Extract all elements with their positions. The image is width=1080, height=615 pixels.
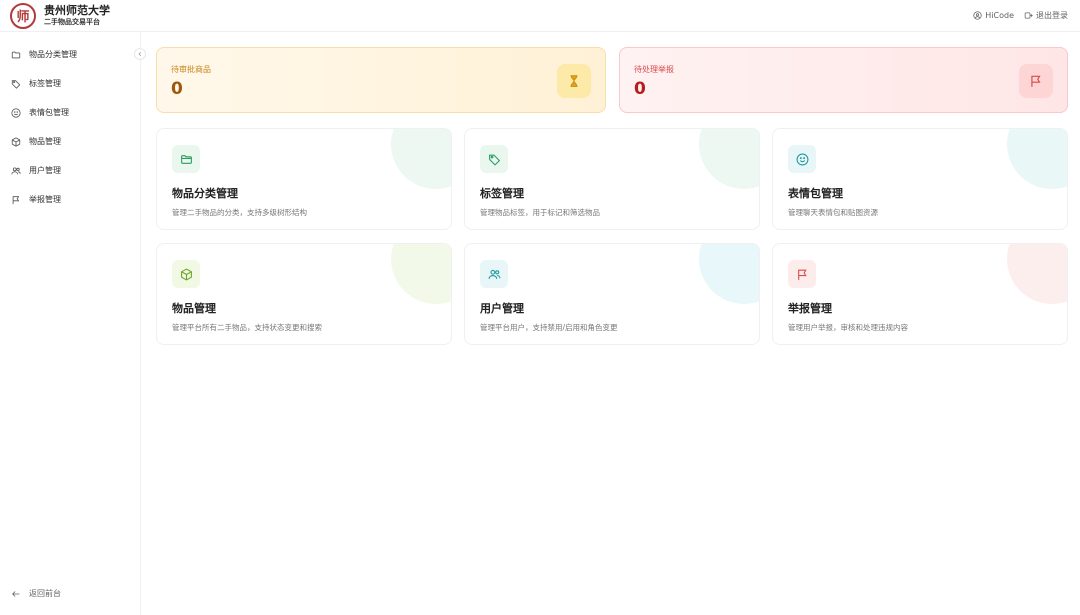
card-icon-box <box>172 260 200 288</box>
card-description: 管理平台用户，支持禁用/启用和角色变更 <box>480 323 618 332</box>
users-icon <box>11 166 21 174</box>
stat-value: 0 <box>171 79 183 99</box>
flag-icon <box>797 269 807 280</box>
card-icon-box <box>480 260 508 288</box>
back-to-frontend-link[interactable]: 返回前台 <box>11 588 61 599</box>
folder-icon <box>11 51 21 58</box>
card-item-management[interactable]: 物品管理 管理平台所有二手物品，支持状态变更和搜索 <box>156 243 452 345</box>
back-label: 返回前台 <box>29 589 61 598</box>
logout-icon <box>1024 12 1033 19</box>
card-category-management[interactable]: 物品分类管理 管理二手物品的分类，支持多级树形结构 <box>156 128 452 230</box>
top-header: 师 贵州师范大学 二手物品交易平台 HiCode 退出登录 <box>0 0 1080 32</box>
sidebar-item-label: 举报管理 <box>29 195 61 204</box>
smile-icon <box>796 153 808 165</box>
logout-label: 退出登录 <box>1036 11 1068 20</box>
card-icon-box <box>480 145 508 173</box>
stat-label: 待处理举报 <box>634 65 674 74</box>
flag-icon <box>1031 75 1041 87</box>
card-sticker-management[interactable]: 表情包管理 管理聊天表情包和贴图资源 <box>772 128 1068 230</box>
sidebar-item-stickers[interactable]: 表情包管理 <box>0 98 140 127</box>
card-description: 管理聊天表情包和贴图资源 <box>788 208 878 217</box>
hourglass-icon <box>570 75 578 87</box>
card-user-management[interactable]: 用户管理 管理平台用户，支持禁用/启用和角色变更 <box>464 243 760 345</box>
chevron-left-icon <box>138 51 142 57</box>
card-decoration <box>391 129 451 189</box>
user-circle-icon <box>973 11 982 20</box>
card-icon-box <box>788 260 816 288</box>
site-title: 贵州师范大学 <box>44 3 110 17</box>
card-decoration <box>699 244 759 304</box>
card-report-management[interactable]: 举报管理 管理用户举报，审核和处理违规内容 <box>772 243 1068 345</box>
brand[interactable]: 师 贵州师范大学 二手物品交易平台 <box>10 2 110 29</box>
user-name: HiCode <box>985 11 1014 20</box>
box-icon <box>180 267 192 281</box>
users-icon <box>488 269 500 279</box>
stat-icon-box <box>1019 64 1053 98</box>
stat-value: 0 <box>634 79 646 99</box>
collapse-sidebar-button[interactable] <box>134 48 146 60</box>
card-description: 管理物品标签，用于标记和筛选物品 <box>480 208 600 217</box>
logout-button[interactable]: 退出登录 <box>1024 10 1068 21</box>
sidebar-item-category[interactable]: 物品分类管理 <box>0 40 140 69</box>
card-description: 管理二手物品的分类，支持多级树形结构 <box>172 208 307 217</box>
stat-label: 待审批商品 <box>171 65 211 74</box>
sidebar-item-label: 用户管理 <box>29 166 61 175</box>
folder-icon <box>180 154 192 164</box>
arrow-left-icon <box>12 590 20 597</box>
card-description: 管理平台所有二手物品，支持状态变更和搜索 <box>172 323 322 332</box>
stat-icon-box <box>557 64 591 98</box>
card-description: 管理用户举报，审核和处理违规内容 <box>788 323 908 332</box>
university-logo: 师 <box>10 2 36 29</box>
card-tag-management[interactable]: 标签管理 管理物品标签，用于标记和筛选物品 <box>464 128 760 230</box>
sidebar-item-label: 物品管理 <box>29 137 61 146</box>
sidebar-item-users[interactable]: 用户管理 <box>0 156 140 185</box>
card-icon-box <box>172 145 200 173</box>
card-decoration <box>1007 244 1067 304</box>
card-icon-box <box>788 145 816 173</box>
card-title: 举报管理 <box>788 302 832 315</box>
pending-items-stat[interactable]: 待审批商品 0 <box>156 47 606 113</box>
smile-icon <box>11 107 21 118</box>
user-menu[interactable]: HiCode <box>973 11 1014 20</box>
card-title: 物品管理 <box>172 302 216 315</box>
card-decoration <box>391 244 451 304</box>
card-decoration <box>1007 129 1067 189</box>
sidebar-item-label: 物品分类管理 <box>29 50 77 59</box>
pending-reports-stat[interactable]: 待处理举报 0 <box>619 47 1068 113</box>
tag-icon <box>11 79 21 89</box>
sidebar-item-label: 表情包管理 <box>29 108 69 117</box>
sidebar-item-items[interactable]: 物品管理 <box>0 127 140 156</box>
card-decoration <box>699 129 759 189</box>
card-title: 用户管理 <box>480 302 524 315</box>
card-title: 表情包管理 <box>788 187 843 200</box>
box-icon <box>11 136 21 147</box>
sidebar-item-reports[interactable]: 举报管理 <box>0 185 140 214</box>
sidebar-item-tags[interactable]: 标签管理 <box>0 69 140 98</box>
sidebar: 物品分类管理 标签管理 表情包管理 物品管理 用户管理 举报管理 返回前台 <box>0 32 146 615</box>
sidebar-item-label: 标签管理 <box>29 79 61 88</box>
card-title: 物品分类管理 <box>172 187 238 200</box>
tag-icon <box>488 154 500 166</box>
flag-icon <box>12 195 20 204</box>
site-subtitle: 二手物品交易平台 <box>44 17 100 26</box>
card-title: 标签管理 <box>480 187 524 200</box>
